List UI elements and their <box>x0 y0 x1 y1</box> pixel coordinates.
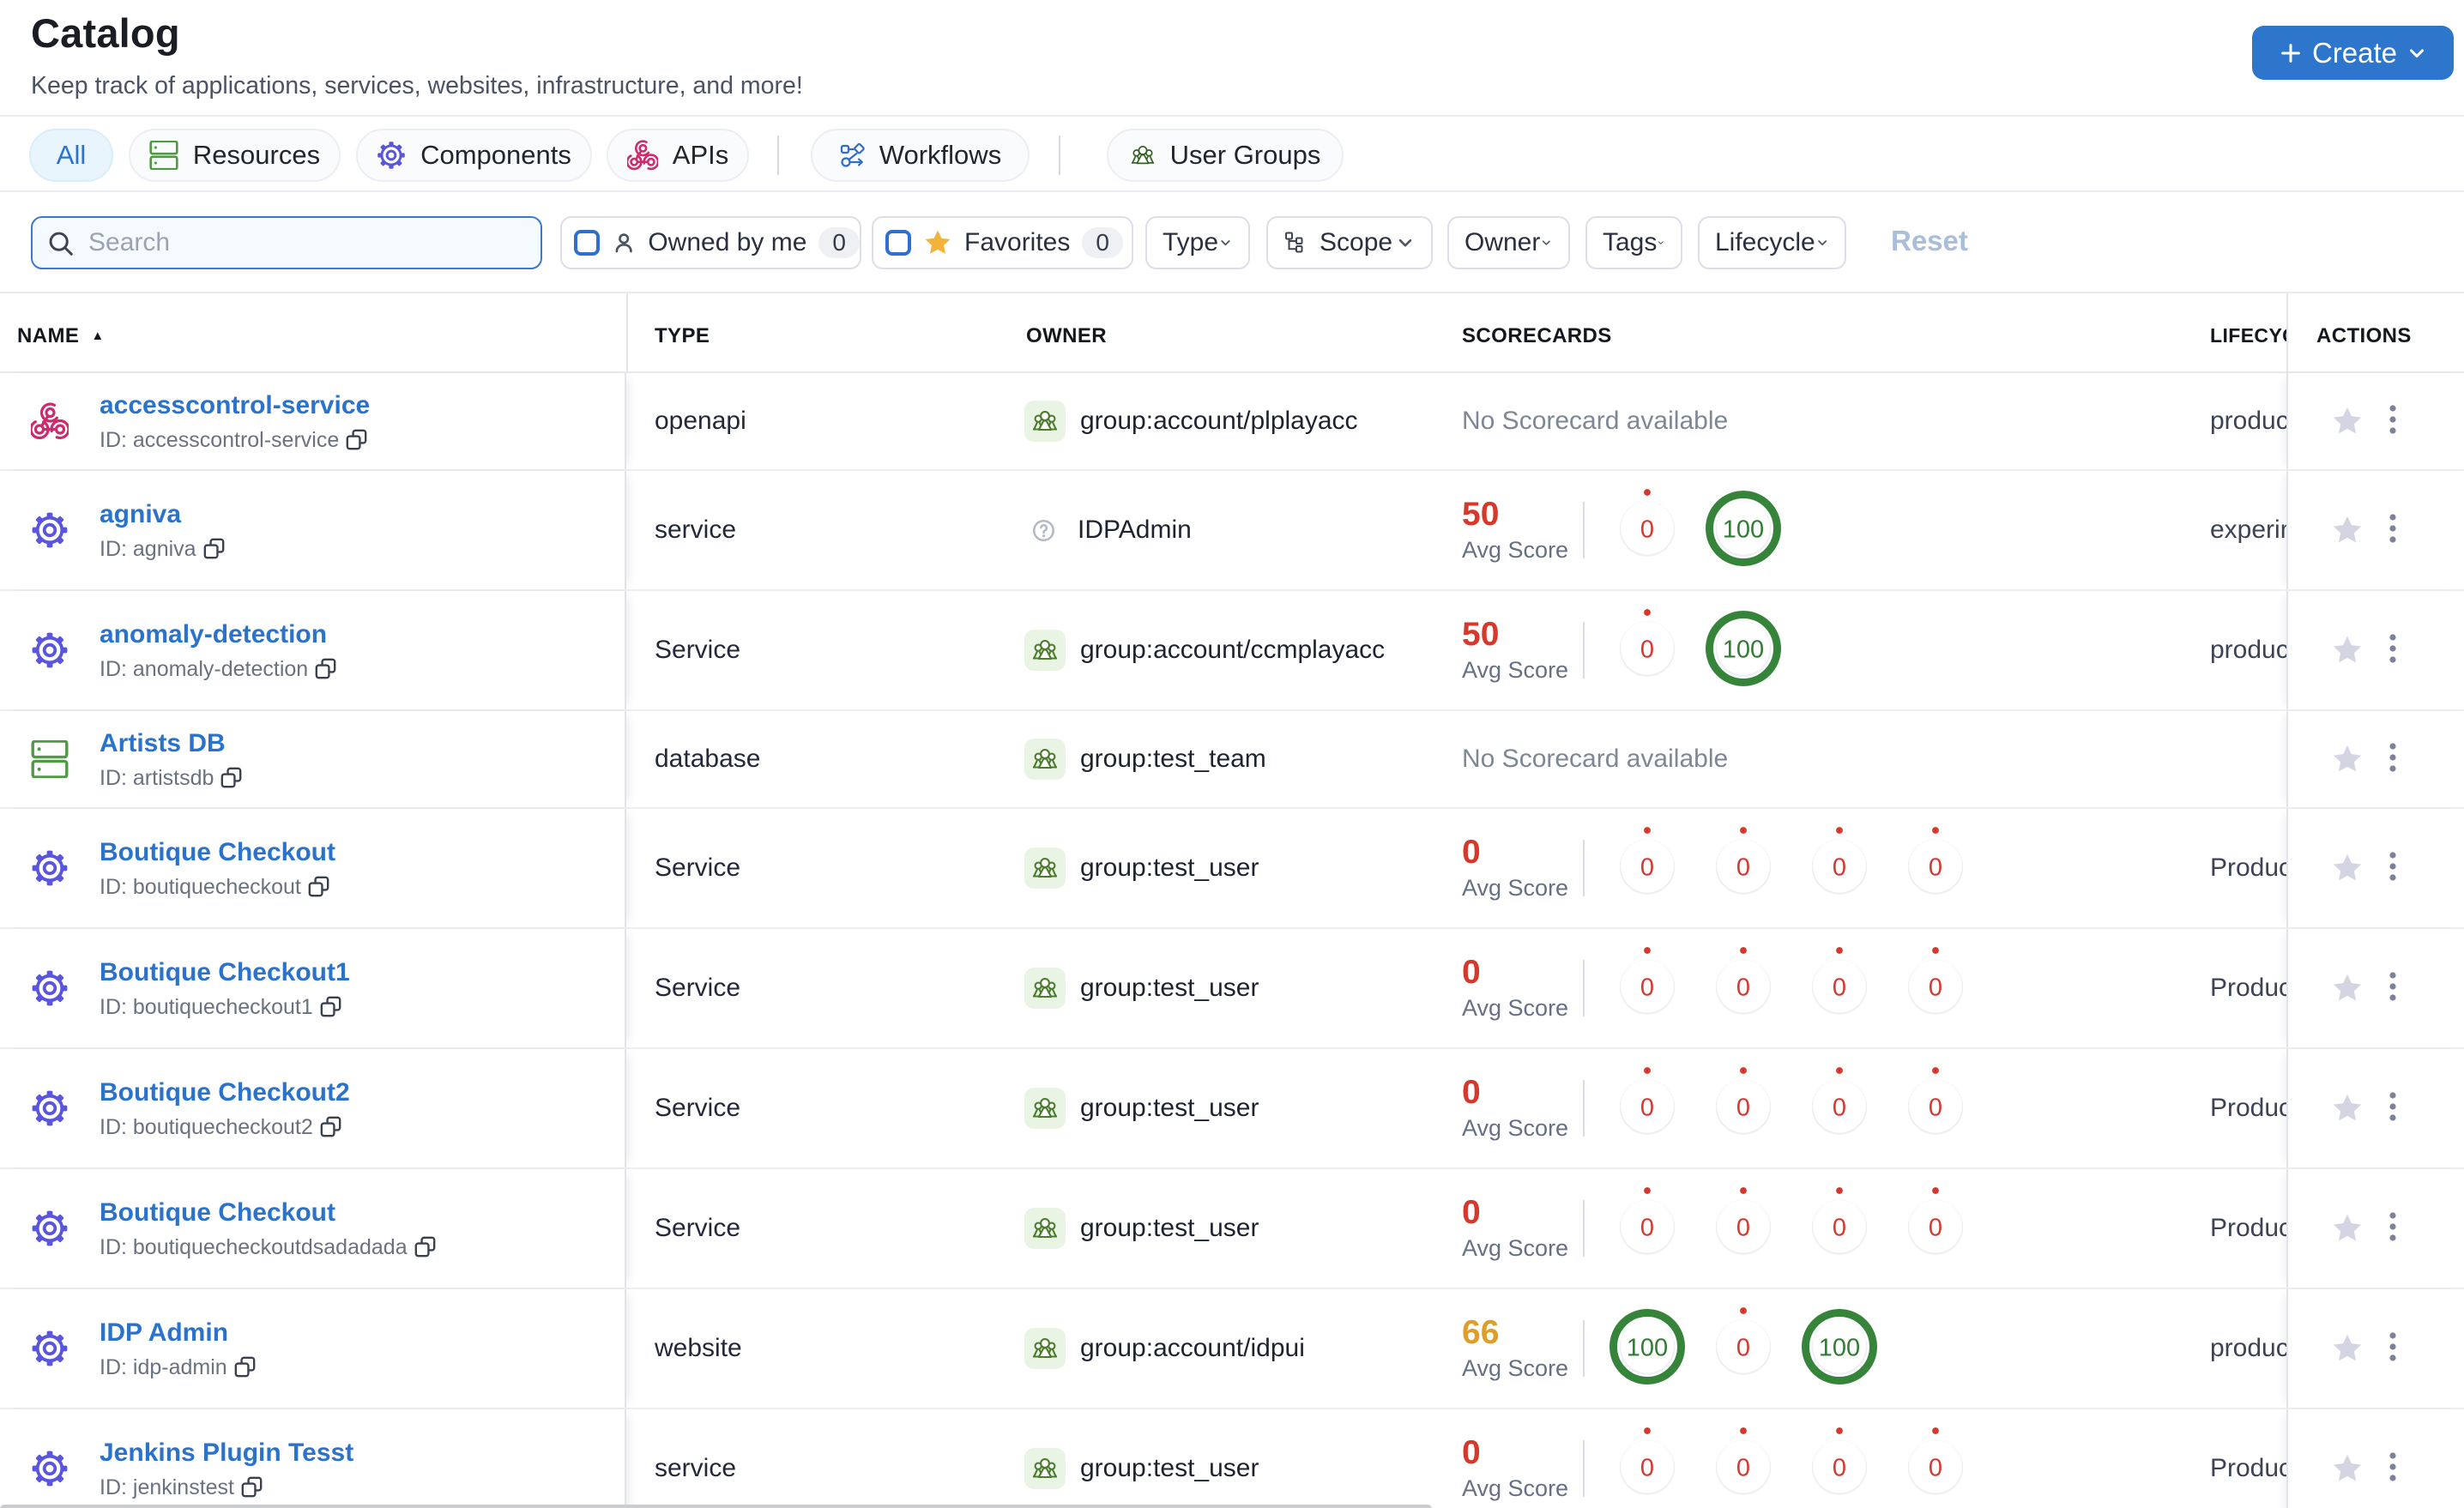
svg-text:0: 0 <box>1640 1215 1654 1242</box>
svg-text:0: 0 <box>1736 1095 1750 1122</box>
svg-text:0: 0 <box>1640 974 1654 1002</box>
svg-text:100: 100 <box>1819 1335 1860 1362</box>
svg-text:0: 0 <box>1736 1455 1750 1482</box>
svg-text:0: 0 <box>1640 854 1654 882</box>
svg-text:0: 0 <box>1640 636 1654 664</box>
svg-text:0: 0 <box>1929 854 1942 882</box>
svg-text:0: 0 <box>1929 1095 1942 1122</box>
svg-text:0: 0 <box>1833 1095 1846 1122</box>
svg-text:0: 0 <box>1929 1215 1942 1242</box>
svg-text:0: 0 <box>1640 1455 1654 1482</box>
svg-text:0: 0 <box>1929 974 1942 1002</box>
svg-text:0: 0 <box>1833 854 1846 882</box>
svg-text:0: 0 <box>1736 1335 1750 1362</box>
svg-text:0: 0 <box>1833 1215 1846 1242</box>
svg-text:0: 0 <box>1640 1095 1654 1122</box>
svg-text:0: 0 <box>1929 1455 1942 1482</box>
svg-text:0: 0 <box>1736 1215 1750 1242</box>
svg-text:100: 100 <box>1723 516 1764 544</box>
svg-text:100: 100 <box>1723 636 1764 664</box>
svg-text:100: 100 <box>1627 1335 1668 1362</box>
svg-text:0: 0 <box>1640 516 1654 544</box>
svg-text:0: 0 <box>1833 974 1846 1002</box>
svg-text:0: 0 <box>1736 974 1750 1002</box>
svg-text:0: 0 <box>1833 1455 1846 1482</box>
svg-text:0: 0 <box>1736 854 1750 882</box>
